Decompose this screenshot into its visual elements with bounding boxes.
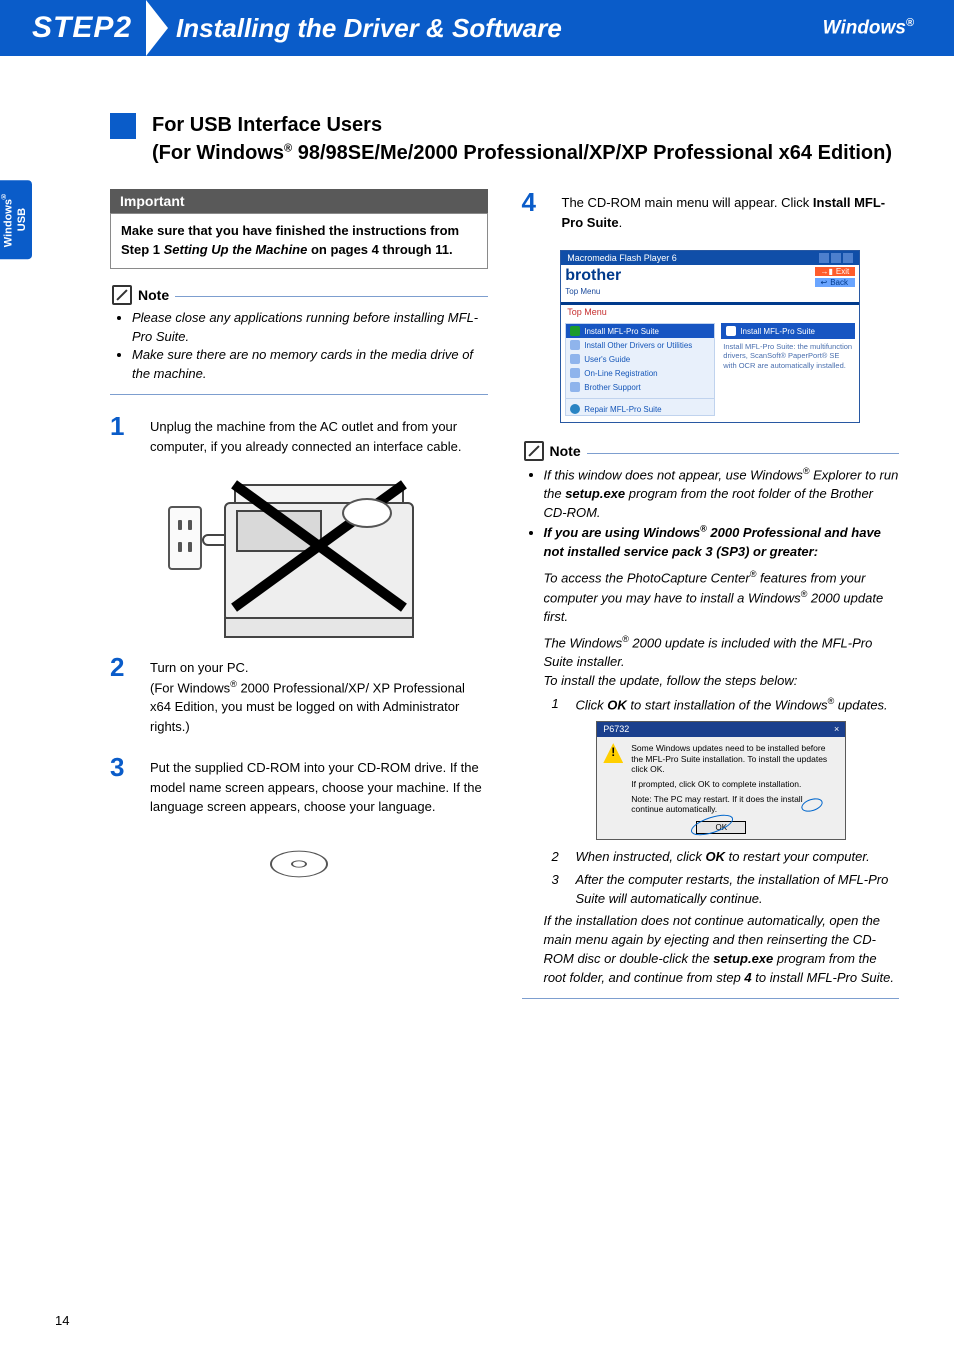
dialog-text: Some Windows updates need to be installe…	[631, 743, 839, 815]
dialog-title: P6732	[603, 723, 629, 736]
step-number-3: 3	[110, 754, 130, 780]
page-title: Installing the Driver & Software	[176, 13, 823, 44]
x-mark-icon	[224, 466, 414, 626]
close-icon[interactable]: ×	[834, 723, 839, 736]
menu-item-install-mfl[interactable]: Install MFL-Pro Suite	[566, 324, 714, 338]
menu-item-brother-support[interactable]: Brother Support	[566, 380, 714, 394]
brand-logo: brother	[565, 267, 621, 285]
scr-window-title: Macromedia Flash Player 6	[567, 253, 677, 263]
step-1-text: Unplug the machine from the AC outlet an…	[150, 413, 488, 456]
rule	[587, 453, 899, 454]
step-number-2: 2	[110, 654, 130, 680]
header-bar: STEP2 Installing the Driver & Software W…	[0, 0, 954, 56]
rule	[110, 394, 488, 395]
step-4-text: The CD-ROM main menu will appear. Click …	[562, 189, 900, 232]
back-button[interactable]: ↩Back	[815, 278, 856, 287]
step-3-text: Put the supplied CD-ROM into your CD-ROM…	[150, 754, 488, 817]
side-tab: Windows®USB	[0, 180, 32, 259]
important-heading: Important	[110, 189, 488, 213]
window-buttons	[819, 253, 853, 263]
page-number: 14	[55, 1313, 69, 1328]
screenshot-main-menu: Macromedia Flash Player 6 brother Top Me…	[560, 250, 860, 423]
section-heading: For USB Interface Users (For Windows® 98…	[152, 111, 892, 167]
note-body: Please close any applications running be…	[110, 309, 488, 384]
note-icon	[112, 285, 132, 305]
menu-list: Install MFL-Pro Suite Install Other Driv…	[565, 323, 715, 416]
install-button[interactable]: Install MFL-Pro Suite	[721, 323, 855, 339]
menu-item-other-drivers[interactable]: Install Other Drivers or Utilities	[566, 338, 714, 352]
section-bullet-icon	[110, 113, 136, 139]
note-icon	[524, 441, 544, 461]
menu-item-online-reg[interactable]: On-Line Registration	[566, 366, 714, 380]
note-2-body: If this window does not appear, use Wind…	[522, 465, 900, 988]
note-label: Note	[138, 287, 169, 303]
step-label: STEP2	[0, 0, 150, 56]
topmenu-tab: Top Menu	[565, 287, 621, 296]
note-label: Note	[550, 443, 581, 459]
cd-icon	[270, 851, 328, 878]
header-chevron-icon	[146, 0, 168, 56]
header-os: Windows®	[823, 17, 914, 39]
figure-cd	[110, 827, 488, 893]
screenshot-dialog: P6732 × ! Some Windows updates need to be…	[596, 721, 846, 840]
step-number-1: 1	[110, 413, 130, 439]
figure-unplug-printer	[110, 466, 488, 636]
step-number-4: 4	[522, 189, 542, 215]
rule	[175, 296, 487, 297]
rule	[522, 998, 900, 999]
step-2-text: Turn on your PC. (For Windows® 2000 Prof…	[150, 654, 488, 736]
top-menu-label: Top Menu	[567, 307, 859, 317]
warning-icon: !	[603, 743, 623, 763]
exit-button[interactable]: →▮Exit	[815, 267, 856, 276]
menu-item-users-guide[interactable]: User's Guide	[566, 352, 714, 366]
important-body: Make sure that you have finished the ins…	[110, 213, 488, 269]
menu-item-repair[interactable]: Repair MFL-Pro Suite	[566, 403, 714, 415]
install-description: Install MFL-Pro Suite: the multifunction…	[721, 339, 855, 372]
